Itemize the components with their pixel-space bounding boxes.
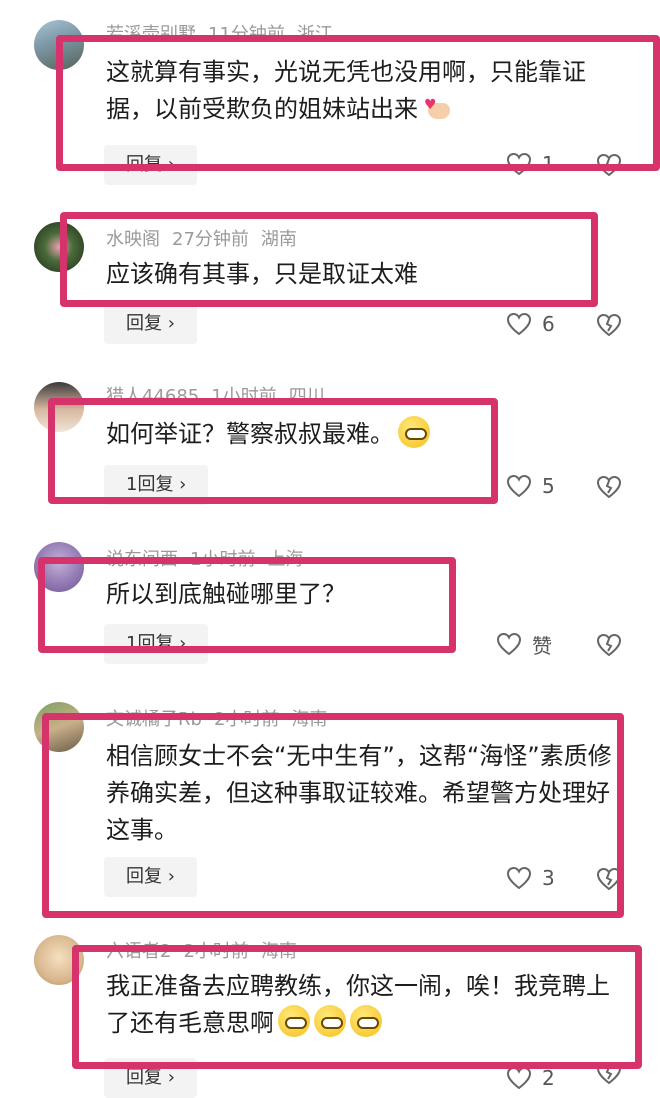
like-button[interactable]: 1 xyxy=(506,150,555,178)
like-count: 3 xyxy=(542,866,555,890)
heart-icon xyxy=(506,1066,532,1090)
comment-text: 应该确有其事，只是取证太难 xyxy=(106,260,418,288)
comment-text: 我正准备去应聘教练，你这一闹，唉！我竞聘上了还有毛意思啊 xyxy=(106,968,616,1042)
like-count: 5 xyxy=(542,474,555,498)
outdoor-avatar-icon[interactable] xyxy=(34,702,84,752)
like-count: 赞 xyxy=(532,633,552,658)
comment-meta: 若溪壶别墅 11分钟前 浙江 xyxy=(106,20,345,46)
heart-icon xyxy=(506,152,532,176)
broken-heart-icon[interactable] xyxy=(596,632,622,658)
like-count: 6 xyxy=(542,312,555,336)
comment-meta: 文诚橘子Rb 2小时前 海南 xyxy=(106,705,339,731)
grimace-emoji-icon xyxy=(314,1005,346,1037)
broken-heart-icon[interactable] xyxy=(596,1060,622,1086)
reply-button[interactable]: 回复 › xyxy=(104,145,197,185)
like-button[interactable]: 3 xyxy=(506,864,555,892)
grin-emoji-icon xyxy=(398,416,430,448)
timestamp: 1小时前 xyxy=(190,549,256,570)
comment-text-content: 如何举证？警察叔叔最难。 xyxy=(106,420,394,448)
region: 湖南 xyxy=(260,229,297,250)
username[interactable]: 六语者2 xyxy=(106,941,171,962)
comment-text: 相信顾女士不会“无中生有”，这帮“海怪”素质修养确实差，但这种事取证较难。希望警… xyxy=(106,742,612,844)
like-button[interactable]: 2 xyxy=(506,1064,555,1092)
broken-heart-icon[interactable] xyxy=(596,866,622,892)
username[interactable]: 若溪壶别墅 xyxy=(106,24,196,45)
reply-button[interactable]: 1回复 › xyxy=(104,624,209,664)
comment-meta: 说东问西 1小时前 上海 xyxy=(106,545,315,571)
username[interactable]: 说东问西 xyxy=(106,549,178,570)
fish-avatar-icon[interactable] xyxy=(34,542,84,592)
reply-button[interactable]: 1回复 › xyxy=(104,465,209,505)
comment-text-content: 这就算有事实，光说无凭也没用啊，只能靠证据，以前受欺负的姐妹站出来 xyxy=(106,58,586,123)
timestamp: 2小时前 xyxy=(213,709,280,730)
grimace-emoji-icon xyxy=(350,1005,382,1037)
grimace-emoji-icon xyxy=(278,1005,310,1037)
comment-text: 如何举证？警察叔叔最难。 xyxy=(106,416,616,453)
region: 四川 xyxy=(288,386,325,407)
heart-icon xyxy=(506,474,532,498)
finger-heart-emoji-icon xyxy=(422,87,452,124)
region: 海南 xyxy=(291,709,328,730)
like-count: 2 xyxy=(542,1066,555,1090)
region: 海南 xyxy=(260,941,297,962)
comment-text: 这就算有事实，光说无凭也没用啊，只能靠证据，以前受欺负的姐妹站出来 xyxy=(106,54,616,128)
region: 上海 xyxy=(267,549,304,570)
broken-heart-icon[interactable] xyxy=(596,152,622,178)
reply-button[interactable]: 回复 › xyxy=(104,304,197,344)
timestamp: 11分钟前 xyxy=(208,24,285,45)
cartoon-avatar-icon[interactable] xyxy=(34,935,84,985)
broken-heart-icon[interactable] xyxy=(596,312,622,338)
like-button[interactable]: 5 xyxy=(506,472,555,500)
comment-meta: 猎人44685 1小时前 四川 xyxy=(106,382,337,408)
comment-meta: 六语者2 2小时前 海南 xyxy=(106,937,309,963)
timestamp: 27分钟前 xyxy=(172,229,249,250)
region: 浙江 xyxy=(296,24,333,45)
landscape-avatar-icon[interactable] xyxy=(34,20,84,70)
username[interactable]: 水映阁 xyxy=(106,229,160,250)
reply-button[interactable]: 回复 › xyxy=(104,1058,197,1098)
comment-meta: 水映阁 27分钟前 湖南 xyxy=(106,225,309,251)
heart-icon xyxy=(496,632,522,656)
username[interactable]: 文诚橘子Rb xyxy=(106,709,202,730)
comment-text: 所以到底触碰哪里了？ xyxy=(106,580,346,608)
heart-icon xyxy=(506,312,532,336)
flower-avatar-icon[interactable] xyxy=(34,222,84,272)
like-count: 1 xyxy=(542,152,555,176)
like-button[interactable]: 赞 xyxy=(496,630,552,658)
timestamp: 1小时前 xyxy=(211,386,277,407)
timestamp: 2小时前 xyxy=(183,941,249,962)
like-button[interactable]: 6 xyxy=(506,310,555,338)
broken-heart-icon[interactable] xyxy=(596,474,622,500)
reply-button[interactable]: 回复 › xyxy=(104,857,197,897)
username[interactable]: 猎人44685 xyxy=(106,386,199,407)
person-avatar-icon[interactable] xyxy=(34,382,84,432)
heart-icon xyxy=(506,866,532,890)
